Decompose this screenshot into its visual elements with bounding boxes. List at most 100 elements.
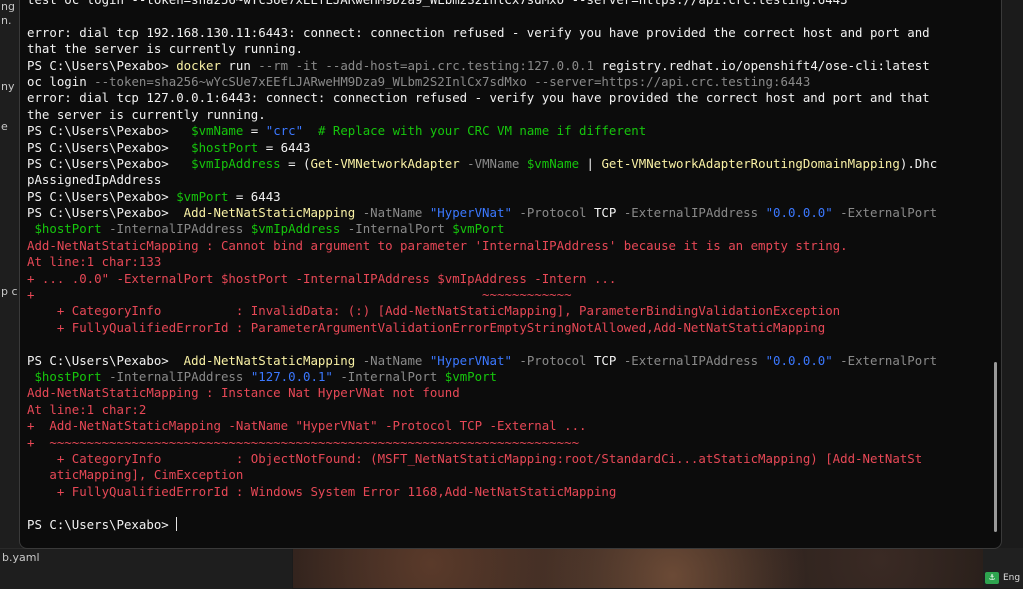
terminal-text: -NatName	[355, 205, 430, 221]
text-cursor	[176, 516, 178, 531]
background-editor-strip: ng n. ny e p c	[0, 0, 20, 588]
terminal-text: pAssignedIpAddress	[27, 172, 162, 188]
terminal-line: Add-NetNatStaticMapping : Instance Nat H…	[27, 385, 987, 401]
terminal-text: $vmName	[526, 155, 580, 171]
system-tray: ⚓ Eng	[985, 572, 1020, 584]
terminal-text: TCP	[593, 205, 617, 221]
terminal-line: PS C:\Users\Pexabo> Add-NetNatStaticMapp…	[27, 353, 987, 369]
terminal-line: oc login --token=sha256~wYcSUe7xEEfLJARw…	[27, 74, 987, 90]
terminal-text: test oc login --token=sha256~wYcSUe7xEEf…	[27, 0, 848, 7]
terminal-text: error: dial tcp 127.0.0.1:6443: connect:…	[27, 90, 930, 106]
terminal-line: PS C:\Users\Pexabo> Add-NetNatStaticMapp…	[27, 205, 987, 221]
terminal-text: = 6443	[258, 139, 311, 155]
terminal-line: PS C:\Users\Pexabo> docker run --rm -it …	[27, 58, 987, 74]
terminal-text: -Protocol	[511, 205, 594, 221]
terminal-text: + ... .0.0" -ExternalPort $hostPort -Int…	[27, 270, 617, 286]
terminal-text: PS C:\Users\Pexabo>	[27, 123, 192, 139]
terminal-text: # Replace with your CRC VM name if diffe…	[303, 123, 647, 139]
terminal-text: PS C:\Users\Pexabo>	[27, 352, 184, 368]
terminal-text: At line:1 char:133	[27, 254, 162, 270]
fragment-text: e	[1, 120, 8, 133]
terminal-text: "HyperVNat"	[429, 352, 512, 368]
terminal-text: PS C:\Users\Pexabo>	[27, 57, 177, 73]
terminal-line: + CategoryInfo : InvalidData: (:) [Add-N…	[27, 303, 987, 319]
terminal-text: =	[243, 123, 266, 139]
terminal-text: PS C:\Users\Pexabo>	[27, 188, 177, 204]
terminal-line: aticMapping], CimException	[27, 467, 987, 483]
terminal-text: -Protocol	[511, 352, 594, 368]
fragment-text: ny	[1, 80, 15, 93]
fragment-text: n.	[1, 14, 12, 27]
terminal-text: --token=sha256~wYcSUe7xEEfLJARweHM9Dza9_…	[94, 73, 811, 89]
terminal-line: At line:1 char:2	[27, 402, 987, 418]
terminal-line: + ~~~~~~~~~~~~~~~~~~~~~~~~~~~~~~~~~~~~~~…	[27, 435, 987, 451]
terminal-text: + FullyQualifiedErrorId : Windows System…	[27, 483, 617, 499]
terminal-text: $vmIpAddress	[250, 221, 341, 237]
terminal-text: --rm -it --add-host=api.crc.testing:127.…	[258, 57, 594, 73]
terminal-text: -InternalPort	[332, 368, 445, 384]
terminal-scrollbar[interactable]	[994, 362, 997, 532]
terminal-text: "HyperVNat"	[429, 205, 512, 221]
terminal-text: $vmPort	[176, 188, 229, 204]
terminal-text: that the server is currently running.	[27, 41, 304, 57]
terminal-text: -InternalIPAddress	[101, 368, 251, 384]
terminal-line: test oc login --token=sha256~wYcSUe7xEEf…	[27, 0, 987, 8]
terminal-line: PS C:\Users\Pexabo> $vmIpAddress = (Get-…	[27, 156, 987, 172]
terminal-text: -InternalPort	[340, 221, 453, 237]
terminal-text: -ExternalPort	[832, 205, 938, 221]
terminal-line: + FullyQualifiedErrorId : Windows System…	[27, 484, 987, 500]
terminal-text: + CategoryInfo : ObjectNotFound: (MSFT_N…	[27, 450, 923, 466]
terminal-text: "127.0.0.1"	[250, 368, 333, 384]
terminal-text: the server is currently running.	[27, 106, 266, 122]
terminal-text: "0.0.0.0"	[765, 205, 833, 221]
terminal-text: = 6443	[228, 188, 281, 204]
terminal-text: registry.redhat.io/openshift4/ose-cli:la…	[593, 57, 930, 73]
language-indicator[interactable]: Eng	[1003, 573, 1020, 583]
background-wallpaper	[293, 548, 983, 588]
terminal-text: oc login	[27, 73, 95, 89]
terminal-text: = (	[280, 155, 311, 171]
terminal-text: run	[220, 57, 259, 73]
terminal-line: + ... .0.0" -ExternalPort $hostPort -Int…	[27, 271, 987, 287]
terminal-text: "crc"	[265, 123, 304, 139]
terminal-text: Add-NetNatStaticMapping	[183, 352, 356, 368]
terminal-text: $vmPort	[444, 368, 497, 384]
terminal-window[interactable]: test oc login --token=sha256~wYcSUe7xEEf…	[19, 0, 1002, 549]
terminal-line: PS C:\Users\Pexabo>	[27, 516, 987, 533]
terminal-text: |	[579, 155, 602, 171]
terminal-line: PS C:\Users\Pexabo> $vmPort = 6443	[27, 189, 987, 205]
file-name[interactable]: b.yaml	[2, 551, 40, 564]
terminal-line: PS C:\Users\Pexabo> $hostPort = 6443	[27, 140, 987, 156]
terminal-text: Get-VMNetworkAdapterRoutingDomainMapping	[601, 155, 900, 171]
terminal-text: $hostPort	[27, 221, 102, 237]
terminal-text: ).Dhc	[899, 155, 938, 171]
terminal-text: PS C:\Users\Pexabo>	[27, 516, 177, 532]
fragment-text: p c	[1, 285, 18, 298]
terminal-text: + ~~~~~~~~~~~~~~~~~~~~~~~~~~~~~~~~~~~~~~…	[27, 434, 580, 450]
terminal-text: -NatName	[355, 352, 430, 368]
docker-icon[interactable]: ⚓	[985, 572, 999, 584]
terminal-line: $hostPort -InternalIPAddress $vmIpAddres…	[27, 221, 987, 237]
terminal-text: -ExternalIPAddress	[616, 352, 766, 368]
terminal-line: the server is currently running.	[27, 107, 987, 123]
terminal-line: At line:1 char:133	[27, 254, 987, 270]
terminal-text: error: dial tcp 192.168.130.11:6443: con…	[27, 24, 930, 40]
terminal-line: + ~~~~~~~~~~~~	[27, 287, 987, 303]
terminal-line: pAssignedIpAddress	[27, 172, 987, 188]
terminal-text: PS C:\Users\Pexabo>	[27, 139, 192, 155]
terminal-output[interactable]: test oc login --token=sha256~wYcSUe7xEEf…	[27, 0, 987, 533]
background-file-list: b.yaml	[0, 548, 292, 589]
terminal-text: $vmPort	[452, 221, 505, 237]
terminal-line: PS C:\Users\Pexabo> $vmName = "crc" # Re…	[27, 123, 987, 139]
terminal-text: TCP	[593, 352, 617, 368]
terminal-text: Get-VMNetworkAdapter	[310, 155, 460, 171]
terminal-text: Add-NetNatStaticMapping	[183, 205, 356, 221]
terminal-text: At line:1 char:2	[27, 401, 147, 417]
terminal-text: + FullyQualifiedErrorId : ParameterArgum…	[27, 319, 826, 335]
terminal-text: "0.0.0.0"	[765, 352, 833, 368]
fragment-text: ng	[1, 0, 15, 13]
terminal-line: error: dial tcp 192.168.130.11:6443: con…	[27, 25, 987, 41]
